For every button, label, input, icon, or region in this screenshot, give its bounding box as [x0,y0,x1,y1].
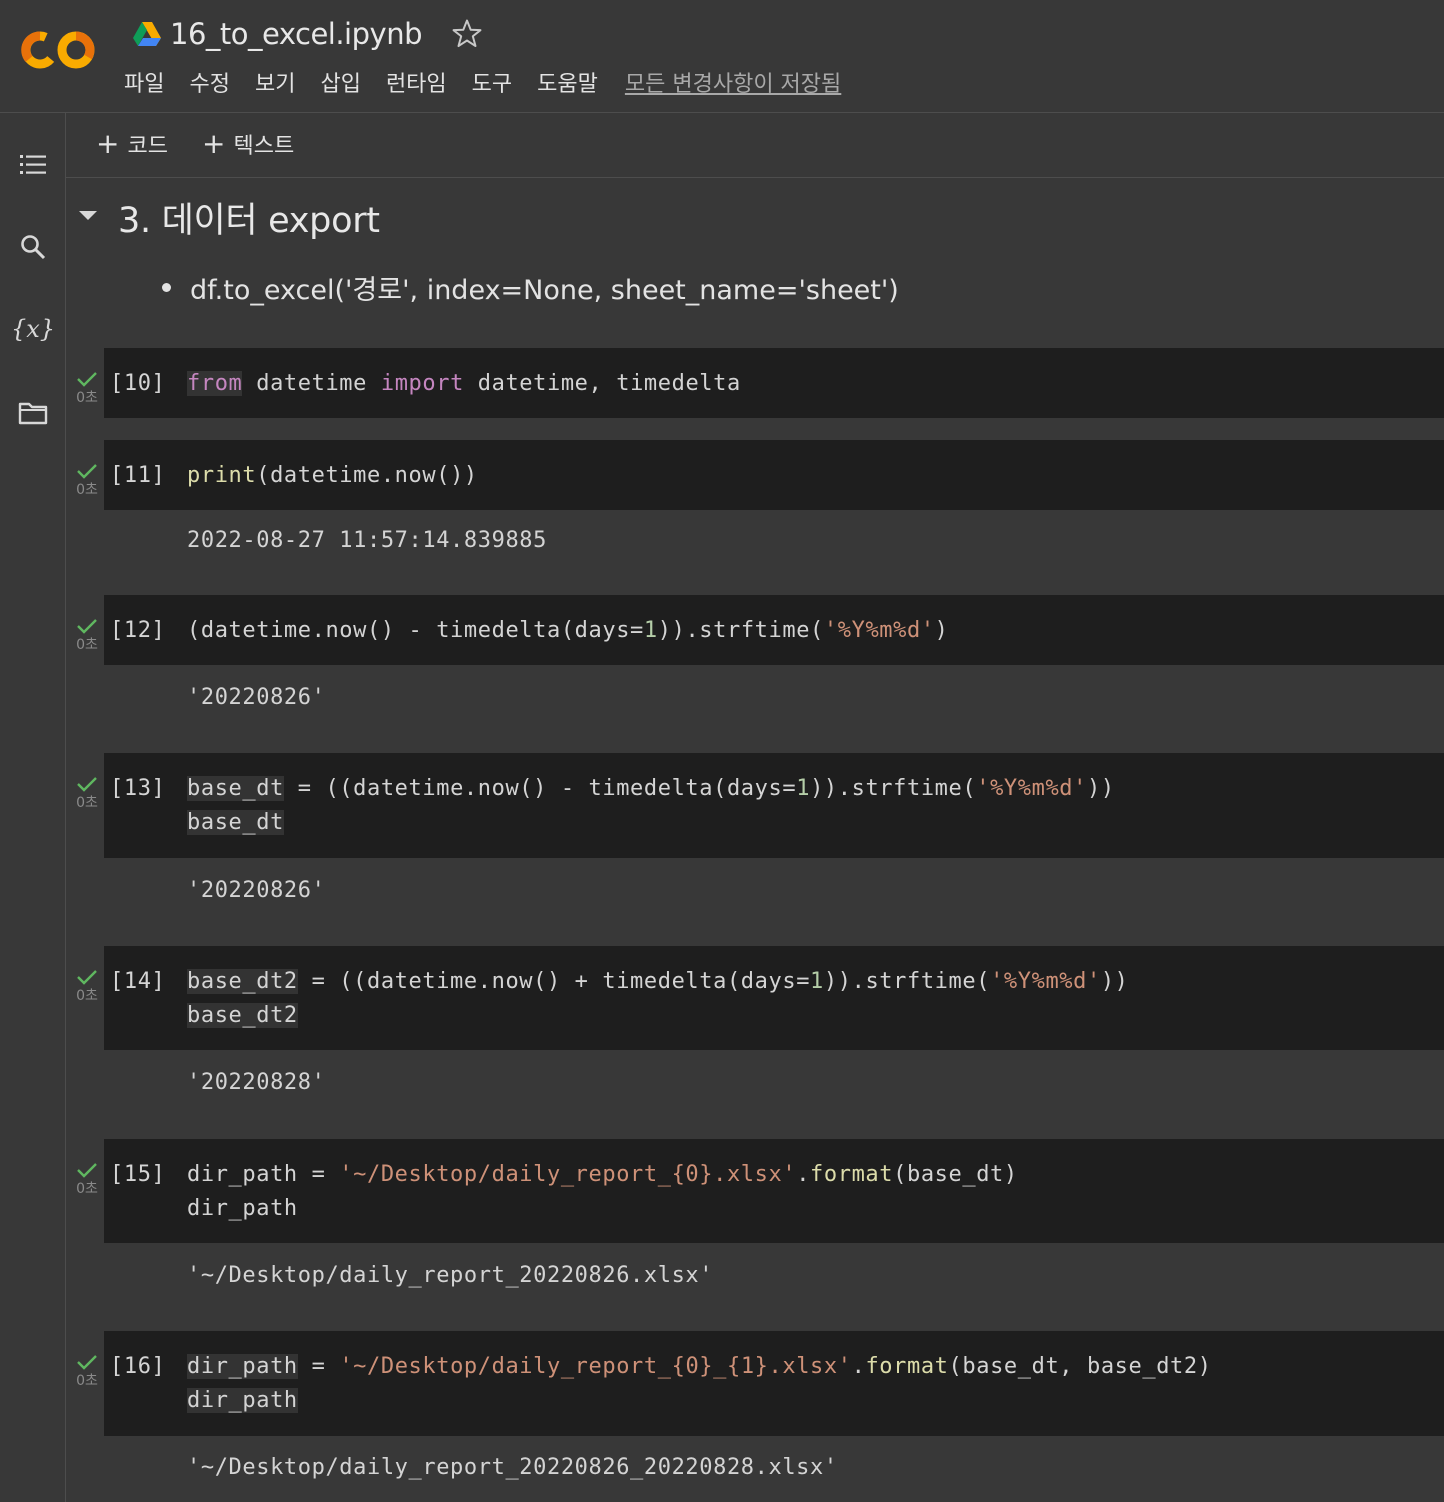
folder-icon [18,402,48,425]
add-code-button[interactable]: + 코드 [96,127,168,161]
success-check-icon [77,970,97,985]
cell-elapsed-time: 0초 [76,1373,98,1389]
code-line[interactable]: dir_path = '~/Desktop/daily_report_{0}_{… [187,1354,1212,1379]
cell-output: '20220826' [187,685,326,710]
execution-count[interactable]: [11] [110,463,165,488]
execution-count[interactable]: [15] [110,1162,165,1187]
plus-icon: + [96,127,120,160]
execution-count[interactable]: [10] [110,371,165,396]
cell-output: 2022-08-27 11:57:14.839885 [187,528,547,553]
code-line[interactable]: dir_path [187,1196,298,1221]
section-bullet: df.to_excel('경로', index=None, sheet_name… [162,268,899,307]
code-line[interactable]: from datetime import datetime, timedelta [187,371,741,396]
menu-help[interactable]: 도움말 [537,66,598,98]
cell-elapsed-time: 0초 [76,637,98,653]
cell-status: 0초 [70,1161,104,1197]
cell-output: '~/Desktop/daily_report_20220826_2022082… [187,1455,838,1480]
section-heading: 3. 데이터 export [118,201,380,241]
save-status-link[interactable]: 모든 변경사항이 저장됨 [625,66,841,98]
success-check-icon [77,372,97,387]
cell-output: '20220828' [187,1070,326,1095]
menu-view[interactable]: 보기 [255,66,295,98]
cell-status: 0초 [70,617,104,653]
add-text-label: 텍스트 [233,134,295,159]
cell-status: 0초 [70,462,104,498]
cell-elapsed-time: 0초 [76,795,98,811]
success-check-icon [77,1355,97,1370]
plus-icon: + [202,127,226,160]
search-button[interactable] [12,226,54,268]
success-check-icon [77,619,97,634]
code-line[interactable]: base_dt [187,810,284,835]
notebook-title[interactable]: 16_to_excel.ipynb [170,17,422,51]
search-icon [21,235,46,260]
cell-output: '20220826' [187,878,326,903]
cell-toolbar: + 코드 + 텍스트 [66,113,1444,178]
header: 16_to_excel.ipynb 파일 수정 보기 삽입 런타임 도구 도움말… [0,0,1444,113]
variables-button[interactable]: {x} [10,308,56,350]
success-check-icon [77,777,97,792]
code-line[interactable]: base_dt2 = ((datetime.now() + timedelta(… [187,969,1129,994]
cell-status: 0초 [70,1353,104,1389]
execution-count[interactable]: [14] [110,969,165,994]
menu-runtime[interactable]: 런타임 [386,66,447,98]
star-icon[interactable] [450,17,484,51]
menu-tools[interactable]: 도구 [472,66,512,98]
code-line[interactable]: print(datetime.now()) [187,463,478,488]
code-line[interactable]: (datetime.now() - timedelta(days=1)).str… [187,618,949,643]
add-code-label: 코드 [127,134,168,159]
colab-logo[interactable] [20,26,100,74]
code-cell-15[interactable] [104,1139,1444,1243]
cell-elapsed-time: 0초 [76,390,98,406]
code-cell-14[interactable] [104,946,1444,1050]
cell-status: 0초 [70,968,104,1004]
menu-bar: 파일 수정 보기 삽입 런타임 도구 도움말 모든 변경사항이 저장됨 [124,62,841,102]
code-cell-13[interactable] [104,753,1444,858]
code-line[interactable]: base_dt2 [187,1003,298,1028]
cell-elapsed-time: 0초 [76,482,98,498]
cell-elapsed-time: 0초 [76,1181,98,1197]
bullet-dot [162,283,171,292]
success-check-icon [77,1163,97,1178]
google-drive-icon [133,22,161,46]
code-cell-16[interactable] [104,1331,1444,1436]
table-of-contents-button[interactable] [12,144,54,186]
menu-insert[interactable]: 삽입 [320,66,360,98]
execution-count[interactable]: [12] [110,618,165,643]
add-text-button[interactable]: + 텍스트 [202,127,294,161]
menu-edit[interactable]: 수정 [189,66,229,98]
execution-count[interactable]: [13] [110,776,165,801]
code-line[interactable]: base_dt = ((datetime.now() - timedelta(d… [187,776,1115,801]
left-sidebar: {x} [0,113,66,1502]
cell-status: 0초 [70,370,104,406]
table-of-contents-icon [20,155,46,174]
cell-status: 0초 [70,775,104,811]
code-line[interactable]: dir_path [187,1388,298,1413]
variables-icon: {x} [10,315,56,343]
execution-count[interactable]: [16] [110,1354,165,1379]
menu-file[interactable]: 파일 [124,66,164,98]
success-check-icon [77,464,97,479]
collapse-section-icon[interactable] [76,204,100,228]
code-line[interactable]: dir_path = '~/Desktop/daily_report_{0}.x… [187,1162,1018,1187]
bullet-text: df.to_excel('경로', index=None, sheet_name… [190,275,899,306]
files-button[interactable] [12,392,54,434]
cell-output: '~/Desktop/daily_report_20220826.xlsx' [187,1263,714,1288]
cell-elapsed-time: 0초 [76,988,98,1004]
